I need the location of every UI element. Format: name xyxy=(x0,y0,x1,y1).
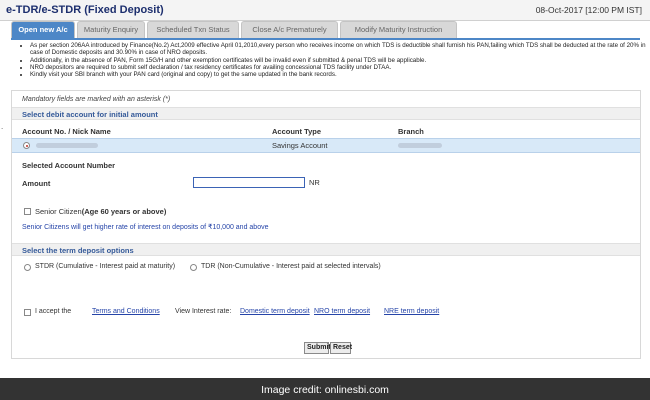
note-item: Additionally, in the absence of PAN, For… xyxy=(30,57,650,64)
senior-citizen-label-group: Senior Citizen(Age 60 years or above) xyxy=(35,207,166,216)
tab-open-new-account[interactable]: Open new A/c xyxy=(11,21,75,38)
account-radio[interactable] xyxy=(23,142,30,149)
accept-terms-label: I accept the xyxy=(35,308,72,315)
title-bar: e-TDR/e-STDR (Fixed Deposit) 08-Oct-2017… xyxy=(0,0,650,21)
accept-terms-checkbox[interactable] xyxy=(24,309,31,316)
tab-close-account-prematurely[interactable]: Close A/c Prematurely xyxy=(241,21,338,38)
senior-citizen-info: Senior Citizens will get higher rate of … xyxy=(22,224,269,231)
side-marker: . xyxy=(1,122,4,131)
tab-underline xyxy=(11,38,640,40)
nre-rate-link[interactable]: NRE term deposit xyxy=(384,308,439,315)
senior-citizen-checkbox[interactable] xyxy=(24,208,31,215)
amount-field[interactable] xyxy=(193,177,305,188)
image-credit: Image credit: onlinesbi.com xyxy=(261,384,389,396)
mandatory-note: Mandatory fields are marked with an aste… xyxy=(22,96,171,103)
open-account-form: Mandatory fields are marked with an aste… xyxy=(11,90,641,359)
view-interest-label: View Interest rate: xyxy=(175,308,232,315)
column-branch: Branch xyxy=(398,127,424,136)
nro-rate-link[interactable]: NRO term deposit xyxy=(314,308,370,315)
amount-label: Amount xyxy=(22,179,51,188)
note-item: Kindly visit your SBI branch with your P… xyxy=(30,71,650,78)
term-deposit-heading: Select the term deposit options xyxy=(12,243,640,256)
image-credit-bar: Image credit: onlinesbi.com xyxy=(0,378,650,400)
redacted-account-number xyxy=(36,143,98,148)
stdr-radio[interactable] xyxy=(24,264,31,271)
tab-scheduled-txn-status[interactable]: Scheduled Txn Status xyxy=(147,21,239,38)
column-account-no: Account No. / Nick Name xyxy=(22,127,111,136)
submit-button[interactable]: Submit xyxy=(304,342,331,354)
tds-notes: As per section 206AA introduced by Finan… xyxy=(18,42,650,78)
selected-account-label: Selected Account Number xyxy=(22,161,116,170)
column-account-type: Account Type xyxy=(272,127,322,136)
senior-citizen-age: (Age 60 years or above) xyxy=(81,207,167,216)
account-type-cell: Savings Account xyxy=(272,141,328,150)
note-item: As per section 206AA introduced by Finan… xyxy=(30,42,650,57)
currency-suffix: NR xyxy=(309,178,320,187)
tdr-option-label: TDR (Non-Cumulative - Interest paid at s… xyxy=(201,263,381,270)
tab-maturity-enquiry[interactable]: Maturity Enquiry xyxy=(77,21,145,38)
tdr-radio[interactable] xyxy=(190,264,197,271)
timestamp: 08-Oct-2017 [12:00 PM IST] xyxy=(535,5,642,15)
senior-citizen-label: Senior Citizen xyxy=(35,207,82,216)
table-row[interactable]: Savings Account xyxy=(12,138,640,153)
reset-button[interactable]: Reset xyxy=(330,342,352,354)
terms-link[interactable]: Terms and Conditions xyxy=(92,308,160,315)
tab-bar: Open new A/c Maturity Enquiry Scheduled … xyxy=(11,21,459,38)
domestic-rate-link[interactable]: Domestic term deposit xyxy=(240,308,310,315)
select-account-heading: Select debit account for initial amount xyxy=(12,107,640,120)
account-table-header: Account No. / Nick Name Account Type Bra… xyxy=(12,126,640,138)
redacted-branch xyxy=(398,143,442,148)
note-item: NRO depositors are required to submit se… xyxy=(30,64,650,71)
stdr-option-label: STDR (Cumulative - Interest paid at matu… xyxy=(35,263,176,270)
tab-modify-maturity-instruction[interactable]: Modify Maturity Instruction xyxy=(340,21,457,38)
page-title: e-TDR/e-STDR (Fixed Deposit) xyxy=(6,4,164,16)
